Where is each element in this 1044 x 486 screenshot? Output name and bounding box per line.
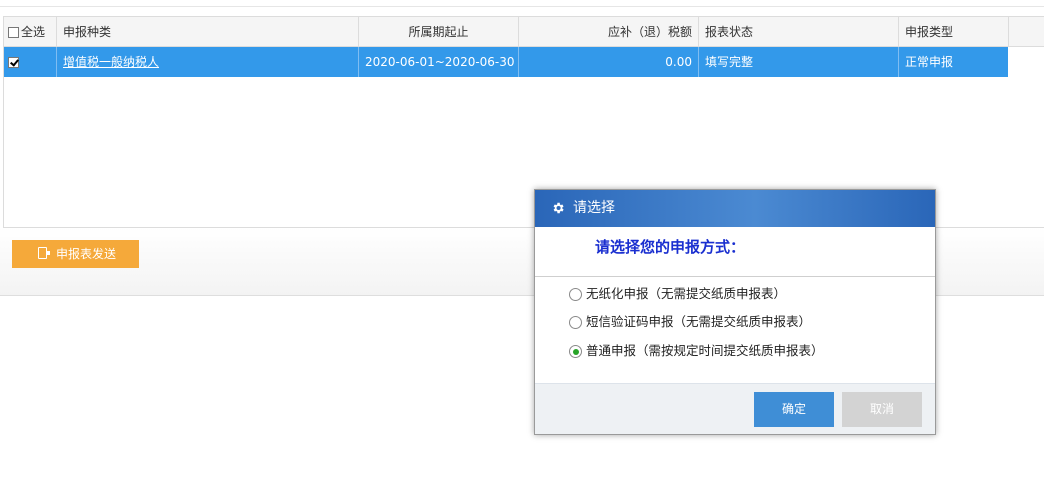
dialog-title: 请选择: [573, 200, 615, 216]
header-category: 申报种类: [57, 17, 359, 46]
option-paperless[interactable]: 无纸化申报（无需提交纸质申报表）: [569, 283, 786, 305]
option-sms[interactable]: 短信验证码申报（无需提交纸质申报表）: [569, 311, 811, 333]
document-icon: [38, 247, 50, 259]
dialog-prompt: 请选择您的申报方式：: [535, 227, 935, 277]
option-paperless-label: 无纸化申报（无需提交纸质申报表）: [586, 286, 787, 301]
radio-paperless[interactable]: [569, 288, 582, 301]
table-row[interactable]: 增值税一般纳税人 2020-06-01~2020-06-30 0.00 填写完整…: [4, 47, 1008, 77]
row-checkbox[interactable]: [8, 57, 19, 68]
select-all-label: 全选: [21, 25, 46, 39]
dialog-footer: 确定 取消: [535, 383, 935, 434]
row-report-status: 填写完整: [699, 47, 899, 77]
header-period: 所属期起止: [359, 17, 519, 46]
header-report-status: 报表状态: [699, 17, 899, 46]
confirm-button[interactable]: 确定: [754, 392, 834, 427]
declaration-method-dialog: 请选择 请选择您的申报方式： 无纸化申报（无需提交纸质申报表） 短信验证码申报（…: [534, 189, 936, 435]
declaration-options: 无纸化申报（无需提交纸质申报表） 短信验证码申报（无需提交纸质申报表） 普通申报…: [535, 278, 935, 384]
row-declaration-type: 正常申报: [905, 55, 954, 69]
select-all-checkbox[interactable]: [8, 27, 19, 38]
row-period: 2020-06-01~2020-06-30: [359, 47, 519, 77]
header-tax-amount: 应补（退）税额: [519, 17, 699, 46]
send-report-label: 申报表发送: [56, 247, 117, 261]
radio-sms[interactable]: [569, 316, 582, 329]
option-normal[interactable]: 普通申报（需按规定时间提交纸质申报表）: [569, 340, 824, 362]
table-header: 全选 申报种类 所属期起止 应补（退）税额 报表状态 申报类型: [4, 17, 1044, 47]
row-select-cell[interactable]: [4, 47, 57, 77]
option-normal-label: 普通申报（需按规定时间提交纸质申报表）: [586, 343, 824, 358]
select-all-header[interactable]: 全选: [4, 17, 57, 46]
gear-icon: [553, 202, 564, 214]
top-divider: [0, 6, 1044, 7]
category-link[interactable]: 增值税一般纳税人: [63, 55, 159, 69]
option-sms-label: 短信验证码申报（无需提交纸质申报表）: [586, 314, 812, 329]
send-report-button[interactable]: 申报表发送: [12, 240, 139, 268]
row-category-cell: 增值税一般纳税人: [57, 47, 359, 77]
cancel-button[interactable]: 取消: [842, 392, 922, 427]
header-filler: [1009, 17, 1044, 46]
header-declaration-type: 申报类型: [899, 17, 1009, 46]
radio-normal[interactable]: [569, 345, 582, 358]
dialog-titlebar[interactable]: 请选择: [535, 190, 935, 227]
row-tax-amount: 0.00: [519, 47, 699, 77]
